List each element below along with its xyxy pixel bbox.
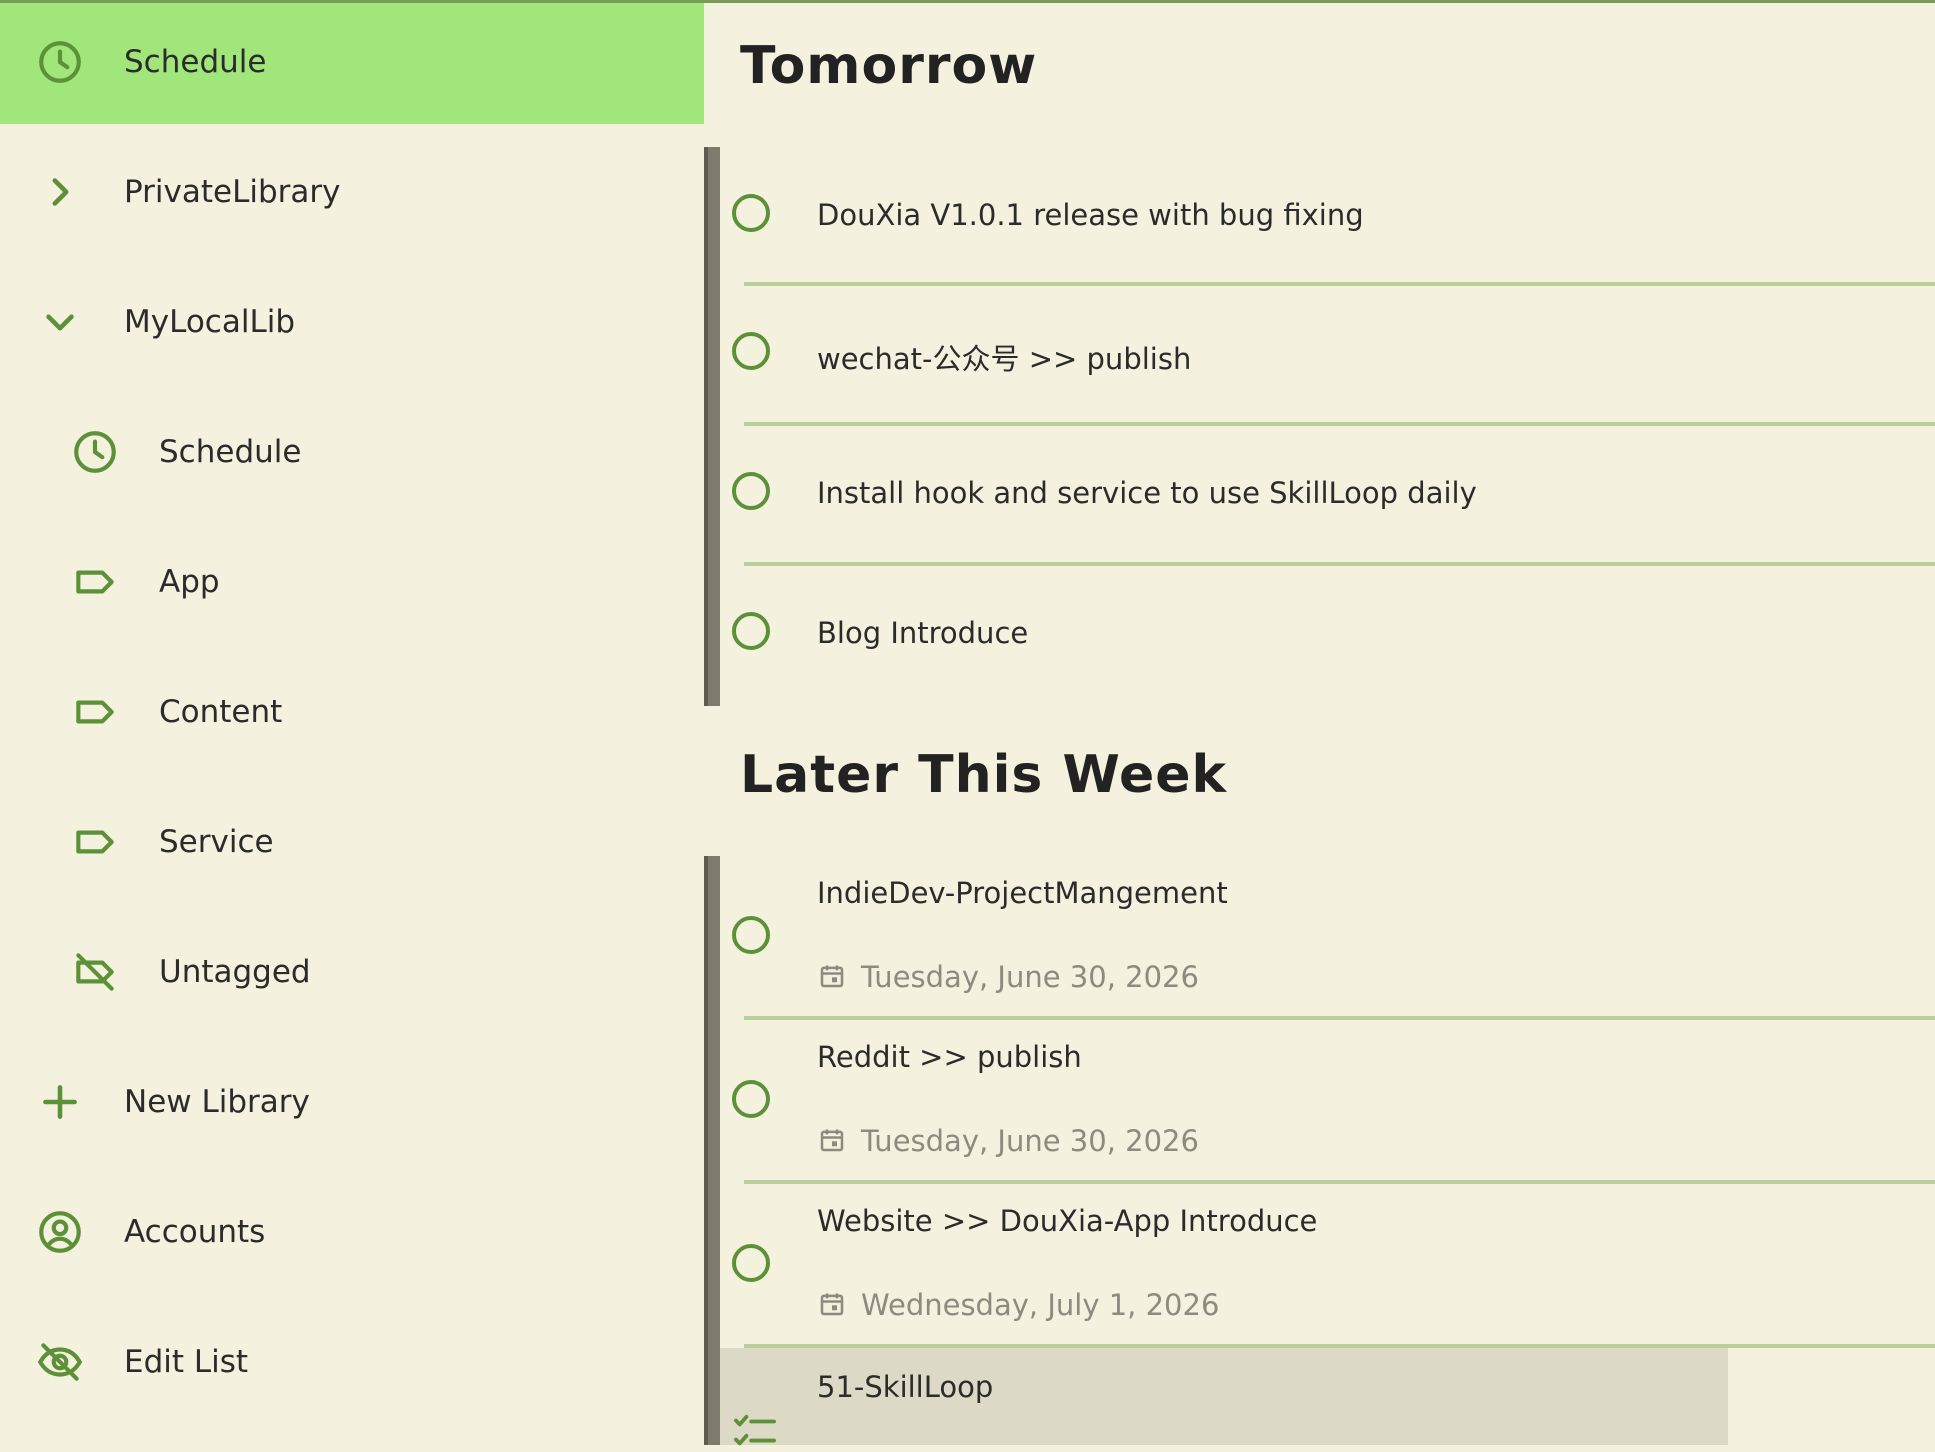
task-row[interactable]: Install hook and service to use SkillLoo… <box>720 426 1935 566</box>
sidebar-item-label: Content <box>159 694 283 730</box>
sidebar-item-my-local-lib[interactable]: MyLocalLib <box>0 260 704 384</box>
task-row[interactable]: Reddit >> publish Tuesday, June 30, 2026 <box>720 1020 1935 1184</box>
task-checkbox[interactable] <box>732 612 770 650</box>
scrollbar-gap-top <box>704 0 720 147</box>
tag-icon <box>70 817 120 867</box>
plus-icon <box>35 1077 85 1127</box>
task-row[interactable]: Website >> DouXia-App Introduce Wednesda… <box>720 1184 1935 1348</box>
task-title: Blog Introduce <box>817 616 1029 650</box>
sidebar-item-label: Accounts <box>124 1214 266 1250</box>
task-date-text: Tuesday, June 30, 2026 <box>861 1124 1199 1158</box>
top-accent-line <box>0 0 1935 3</box>
task-row[interactable]: DouXia V1.0.1 release with bug fixing <box>720 150 1935 286</box>
sidebar-item-label: MyLocalLib <box>124 304 295 340</box>
eye-off-icon <box>35 1337 85 1387</box>
tag-off-icon <box>70 947 120 997</box>
task-title: Reddit >> publish <box>817 1040 1082 1074</box>
calendar-icon <box>817 961 847 991</box>
schedule-main: Tomorrow DouXia V1.0.1 release with bug … <box>720 0 1935 1446</box>
task-title: Install hook and service to use SkillLoo… <box>817 476 1477 510</box>
task-checkbox[interactable] <box>732 1080 770 1118</box>
sidebar-item-schedule-local[interactable]: Schedule <box>0 390 704 514</box>
sidebar-item-label: Edit List <box>124 1344 249 1380</box>
task-date-text: Tuesday, June 30, 2026 <box>861 960 1199 994</box>
tag-icon <box>70 687 120 737</box>
sidebar-item-label: New Library <box>124 1084 310 1120</box>
task-checkbox[interactable] <box>732 332 770 370</box>
task-title: wechat-公众号 >> publish <box>817 342 1192 376</box>
account-circle-icon <box>35 1207 85 1257</box>
sidebar-item-private-library[interactable]: PrivateLibrary <box>0 130 704 254</box>
sidebar-item-app[interactable]: App <box>0 520 704 644</box>
sidebar-item-new-library[interactable]: New Library <box>0 1040 704 1164</box>
clock-icon <box>70 427 120 477</box>
task-row[interactable]: IndieDev-ProjectMangement Tuesday, June … <box>720 856 1935 1020</box>
sidebar-item-label: Schedule <box>159 434 302 470</box>
task-checkbox[interactable] <box>732 194 770 232</box>
task-checkbox[interactable] <box>732 916 770 954</box>
task-due-date: Wednesday, July 1, 2026 <box>817 1288 1219 1322</box>
sidebar-item-label: Service <box>159 824 274 860</box>
section-title-tomorrow: Tomorrow <box>740 36 1038 96</box>
sidebar-scrollbar[interactable] <box>704 0 720 1445</box>
chevron-right-icon[interactable] <box>35 167 85 217</box>
task-row[interactable]: wechat-公众号 >> publish <box>720 286 1935 426</box>
task-due-date: Tuesday, June 30, 2026 <box>817 1124 1199 1158</box>
task-checkbox[interactable] <box>732 472 770 510</box>
sidebar-item-edit-list[interactable]: Edit List <box>0 1300 704 1424</box>
task-row-highlighted[interactable]: 51-SkillLoop <box>720 1348 1935 1446</box>
chevron-down-icon[interactable] <box>35 297 85 347</box>
sidebar-item-label: Untagged <box>159 954 311 990</box>
clock-icon <box>35 37 85 87</box>
sidebar-item-content[interactable]: Content <box>0 650 704 774</box>
calendar-icon <box>817 1289 847 1319</box>
task-row[interactable]: Blog Introduce <box>720 566 1935 706</box>
task-title: Website >> DouXia-App Introduce <box>817 1204 1318 1238</box>
task-due-date: Tuesday, June 30, 2026 <box>817 960 1199 994</box>
task-checkbox[interactable] <box>732 1244 770 1282</box>
checklist-icon <box>732 1412 778 1452</box>
sidebar-item-label: App <box>159 564 220 600</box>
task-title: IndieDev-ProjectMangement <box>817 876 1228 910</box>
sidebar-item-service[interactable]: Service <box>0 780 704 904</box>
sidebar-item-untagged[interactable]: Untagged <box>0 910 704 1034</box>
scrollbar-gap-middle <box>704 706 720 856</box>
sidebar-item-schedule[interactable]: Schedule <box>0 0 704 124</box>
tag-icon <box>70 557 120 607</box>
sidebar: Schedule PrivateLibrary MyLocalLib Sched… <box>0 0 704 1445</box>
calendar-icon <box>817 1125 847 1155</box>
task-title: DouXia V1.0.1 release with bug fixing <box>817 198 1364 232</box>
task-title: 51-SkillLoop <box>817 1370 994 1404</box>
sidebar-item-label: PrivateLibrary <box>124 174 341 210</box>
sidebar-item-accounts[interactable]: Accounts <box>0 1170 704 1294</box>
sidebar-item-label: Schedule <box>124 44 267 80</box>
task-date-text: Wednesday, July 1, 2026 <box>861 1288 1220 1322</box>
section-title-later-this-week: Later This Week <box>740 745 1228 805</box>
